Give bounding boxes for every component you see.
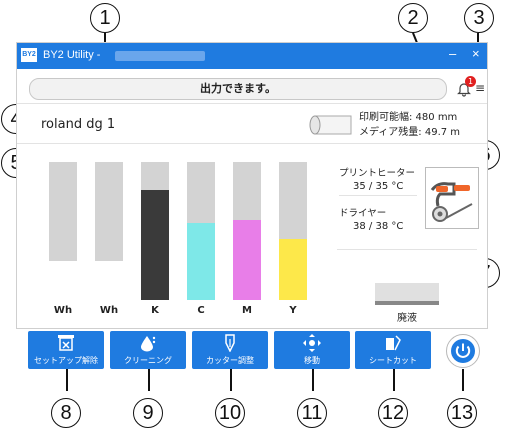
ink-level-fill: [187, 223, 215, 300]
divider: [337, 249, 477, 250]
callout-2: 2: [398, 3, 428, 33]
waste-ink-bar: [375, 283, 439, 305]
power-button[interactable]: [446, 334, 480, 368]
dryer-label: ドライヤー: [339, 208, 387, 219]
ink-bar-c-3: [187, 162, 215, 300]
ink-label: M: [242, 305, 252, 316]
divider: [17, 143, 487, 144]
print-heater-label: プリントヒーター: [339, 168, 416, 179]
cleaning-label: クリーニング: [124, 356, 172, 365]
printable-width: 印刷可能幅: 480 mm: [359, 112, 458, 123]
ink-bar-wh-0: [49, 162, 77, 300]
callout-8: 8: [51, 398, 81, 428]
sheet-cut-label: シートカット: [369, 356, 417, 365]
sheet-cut-icon: [386, 335, 401, 351]
ink-bar-m-4: [233, 162, 261, 300]
close-button[interactable]: ×: [472, 46, 480, 61]
waste-ink-label: 廃液: [397, 313, 417, 324]
cutter-blade-icon: [225, 334, 235, 352]
ink-label: Y: [289, 305, 297, 316]
callout-13-line: [462, 369, 464, 391]
app-logo-icon: BY2: [21, 48, 37, 62]
divider: [17, 103, 487, 104]
ink-bar-k-2: [141, 162, 169, 300]
callout-11: 11: [297, 398, 327, 428]
ink-level-fill: [141, 190, 169, 300]
setup-release-label: セットアップ解除: [34, 356, 98, 365]
callout-12: 12: [378, 398, 408, 428]
ink-level-fill: [233, 220, 261, 300]
dryer-value: 38 / 38 °C: [353, 221, 404, 232]
printer-name: roland dg 1: [41, 117, 116, 132]
redacted-title-text: [115, 51, 205, 61]
callout-13: 13: [447, 398, 477, 428]
media-info: 印刷可能幅: 480 mm メディア残量: 49.7 m: [359, 110, 460, 140]
ink-bar-wh-1: [95, 162, 123, 300]
ink-bar-y-5: [279, 162, 307, 300]
move-button[interactable]: 移動: [274, 331, 350, 369]
callout-1: 1: [90, 3, 120, 33]
cutter-icon: [430, 182, 473, 222]
callout-11-line: [312, 369, 314, 391]
setup-release-icon: [58, 335, 74, 351]
status-bar: 出力できます。: [29, 78, 447, 100]
callout-9-line: [148, 369, 150, 391]
sheet-cut-button[interactable]: シートカット: [355, 331, 431, 369]
media-roll-icon: [309, 115, 352, 135]
title-bar: BY2 BY2 Utility - – ×: [17, 43, 487, 69]
cleaning-button[interactable]: クリーニング: [110, 331, 186, 369]
ink-level-fill: [49, 261, 77, 300]
callout-10: 10: [215, 398, 245, 428]
callout-9: 9: [133, 398, 163, 428]
move-arrows-icon: [303, 334, 321, 352]
callout-8-line: [66, 369, 68, 391]
callout-3: 3: [464, 3, 494, 33]
cutter-adjust-button[interactable]: カッター調整: [192, 331, 268, 369]
divider: [339, 195, 417, 196]
cutter-adjust-label: カッター調整: [206, 356, 254, 365]
ink-level-fill: [95, 261, 123, 300]
ink-drop-icon: [141, 336, 156, 352]
ink-label: Wh: [99, 305, 119, 316]
media-remaining: メディア残量: 49.7 m: [359, 127, 461, 138]
power-icon: [451, 339, 475, 363]
minimize-button[interactable]: –: [449, 46, 456, 61]
ink-level-fill: [279, 239, 307, 300]
callout-10-line: [230, 369, 232, 391]
ink-label: C: [197, 305, 205, 316]
utility-window: BY2 BY2 Utility - – × 出力できます。 1 ≡ roland…: [16, 42, 488, 329]
setup-release-button[interactable]: セットアップ解除: [28, 331, 104, 369]
print-heater-value: 35 / 35 °C: [353, 181, 404, 192]
ink-label: K: [151, 305, 159, 316]
cutter-status-box: [425, 167, 479, 229]
menu-icon[interactable]: ≡: [475, 81, 485, 95]
ink-label: Wh: [53, 305, 73, 316]
move-label: 移動: [304, 356, 320, 365]
window-title: BY2 Utility -: [43, 49, 101, 61]
callout-12-line: [393, 369, 395, 391]
